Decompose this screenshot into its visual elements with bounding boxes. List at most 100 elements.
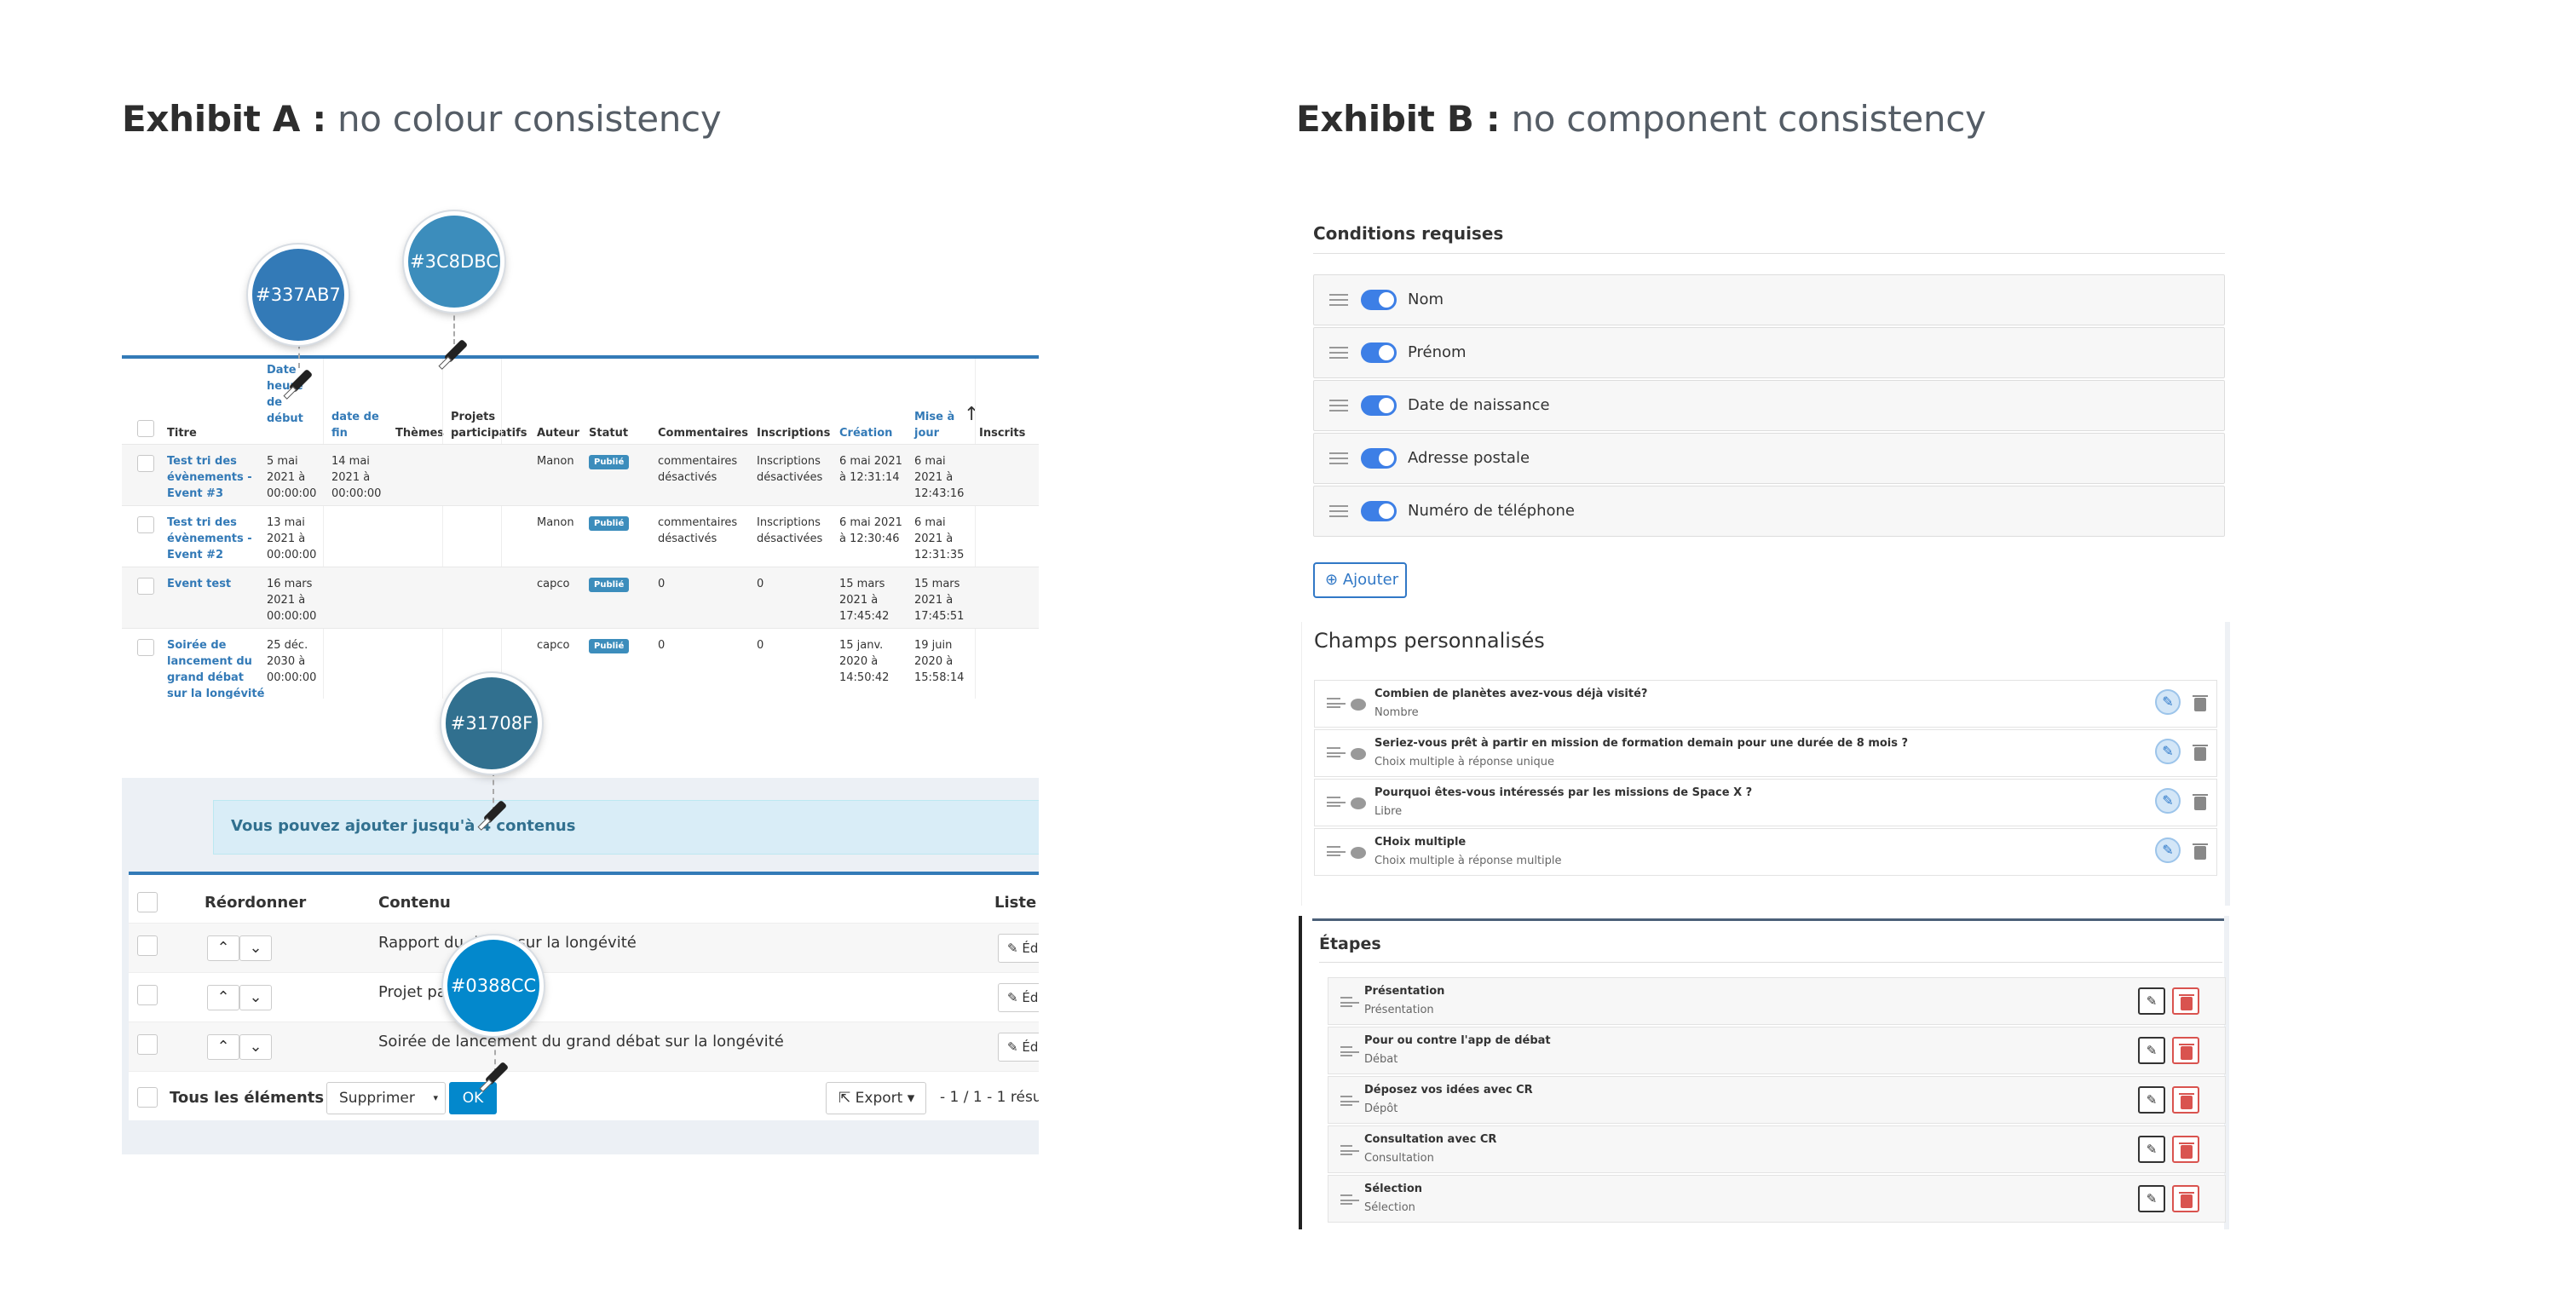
ok-button[interactable]: OK — [449, 1082, 497, 1114]
custom-field-item[interactable]: Combien de planètes avez-vous déjà visit… — [1314, 680, 2217, 728]
bulk-action-select[interactable]: Supprimer ▾ — [326, 1082, 446, 1114]
custom-field-title: Seriez-vous prêt à partir en mission de … — [1374, 737, 1909, 750]
add-button[interactable]: ⊕ Ajouter — [1313, 562, 1407, 598]
trash-icon[interactable] — [2193, 843, 2208, 860]
drag-handle-icon[interactable] — [1329, 347, 1348, 359]
move-up-button[interactable]: ⌃ — [207, 935, 239, 961]
table-row[interactable]: ⌃ ⌄ Projet par ✎ Édi — [129, 972, 1039, 1022]
row-checkbox[interactable] — [137, 516, 154, 533]
col-themes[interactable]: Thèmes — [395, 425, 444, 441]
edit-pencil-icon[interactable]: ✎ — [2155, 689, 2181, 715]
event-created: 6 mai 2021 à 12:30:46 — [839, 516, 902, 545]
toggle-switch[interactable] — [1361, 290, 1397, 310]
row-checkbox[interactable] — [137, 639, 154, 656]
col-list: Liste d — [994, 894, 1039, 912]
edit-pencil-icon[interactable]: ✎ — [2155, 788, 2181, 814]
drag-handle-icon[interactable] — [1340, 1145, 1359, 1155]
col-inscriptions[interactable]: Inscriptions — [757, 425, 830, 441]
export-button[interactable]: ⇱ Export ▾ — [826, 1082, 926, 1114]
edit-step-button[interactable]: ✎ — [2138, 1185, 2165, 1212]
col-commentaires[interactable]: Commentaires — [658, 425, 748, 441]
trash-icon[interactable] — [2193, 794, 2208, 810]
delete-step-button[interactable] — [2172, 987, 2199, 1015]
move-up-button[interactable]: ⌃ — [207, 1034, 239, 1060]
row-checkbox[interactable] — [137, 935, 158, 956]
toggle-switch[interactable] — [1361, 395, 1397, 416]
table-row[interactable]: ⌃ ⌄ Rapport du débat sur la longévité ✎ … — [129, 923, 1039, 972]
toggle-switch[interactable] — [1361, 342, 1397, 363]
table-row[interactable]: Soirée de lancement du grand débat sur l… — [122, 628, 1039, 699]
condition-item[interactable]: Nom — [1313, 274, 2225, 325]
edit-button[interactable]: ✎ Édi — [998, 934, 1039, 963]
table-row[interactable]: Event test 16 mars 2021 à 00:00:00 capco… — [122, 567, 1039, 628]
step-item[interactable]: Pour ou contre l'app de débat Débat ✎ — [1328, 1027, 2226, 1074]
col-auteur[interactable]: Auteur — [537, 425, 579, 441]
delete-step-button[interactable] — [2172, 1086, 2199, 1114]
event-title-link[interactable]: Test tri des évènements - Event #2 — [167, 515, 252, 563]
drag-handle-icon[interactable] — [1329, 452, 1348, 464]
bulk-select-checkbox[interactable] — [137, 1087, 158, 1108]
col-date-fin[interactable]: date de fin — [331, 409, 379, 441]
custom-field-item[interactable]: Seriez-vous prêt à partir en mission de … — [1314, 729, 2217, 777]
edit-pencil-icon[interactable]: ✎ — [2155, 837, 2181, 863]
drag-handle-icon[interactable] — [1340, 997, 1359, 1007]
select-all-checkbox[interactable] — [137, 420, 154, 437]
row-checkbox[interactable] — [137, 578, 154, 595]
move-down-button[interactable]: ⌄ — [239, 985, 272, 1010]
edit-button[interactable]: ✎ Édi — [998, 983, 1039, 1012]
drag-handle-icon[interactable] — [1329, 294, 1348, 306]
delete-step-button[interactable] — [2172, 1185, 2199, 1212]
drag-handle-icon[interactable] — [1327, 797, 1346, 807]
col-titre[interactable]: Titre — [167, 425, 197, 441]
toggle-switch[interactable] — [1361, 501, 1397, 521]
drag-handle-icon[interactable] — [1340, 1046, 1359, 1056]
toggle-switch[interactable] — [1361, 448, 1397, 469]
move-up-button[interactable]: ⌃ — [207, 985, 239, 1010]
table-row[interactable]: Test tri des évènements - Event #3 5 mai… — [122, 444, 1039, 505]
col-creation[interactable]: Création — [839, 425, 892, 441]
table-row[interactable]: Test tri des évènements - Event #2 13 ma… — [122, 505, 1039, 567]
custom-field-item[interactable]: Pourquoi êtes-vous intéressés par les mi… — [1314, 779, 2217, 826]
drag-handle-icon[interactable] — [1329, 400, 1348, 412]
step-item[interactable]: Sélection Sélection ✎ — [1328, 1175, 2226, 1223]
edit-step-button[interactable]: ✎ — [2138, 1086, 2165, 1114]
condition-item[interactable]: Prénom — [1313, 327, 2225, 378]
trash-icon[interactable] — [2193, 695, 2208, 711]
condition-item[interactable]: Adresse postale — [1313, 433, 2225, 484]
delete-step-button[interactable] — [2172, 1037, 2199, 1064]
step-item[interactable]: Déposez vos idées avec CR Dépôt ✎ — [1328, 1076, 2226, 1124]
step-item[interactable]: Consultation avec CR Consultation ✎ — [1328, 1125, 2226, 1173]
table-row[interactable]: ⌃ ⌄ Soirée de lancement du grand débat s… — [129, 1022, 1039, 1071]
edit-pencil-icon[interactable]: ✎ — [2155, 739, 2181, 764]
drag-handle-icon[interactable] — [1327, 698, 1346, 708]
drag-handle-icon[interactable] — [1340, 1194, 1359, 1205]
drag-handle-icon[interactable] — [1340, 1096, 1359, 1106]
drag-handle-icon[interactable] — [1329, 505, 1348, 517]
row-checkbox[interactable] — [137, 985, 158, 1005]
edit-step-button[interactable]: ✎ — [2138, 1136, 2165, 1163]
step-item[interactable]: Présentation Présentation ✎ — [1328, 977, 2226, 1025]
drag-handle-icon[interactable] — [1327, 846, 1346, 856]
custom-field-item[interactable]: CHoix multiple Choix multiple à réponse … — [1314, 828, 2217, 876]
edit-step-button[interactable]: ✎ — [2138, 987, 2165, 1015]
drag-handle-icon[interactable] — [1327, 747, 1346, 757]
condition-item[interactable]: Date de naissance — [1313, 380, 2225, 431]
event-title-link[interactable]: Event test — [167, 576, 231, 592]
row-checkbox[interactable] — [137, 1034, 158, 1055]
edit-button[interactable]: ✎ Édi — [998, 1033, 1039, 1062]
delete-step-button[interactable] — [2172, 1136, 2199, 1163]
sort-arrow-icon[interactable]: ↑ — [964, 406, 979, 424]
move-down-button[interactable]: ⌄ — [239, 935, 272, 961]
select-all-checkbox[interactable] — [137, 892, 158, 912]
col-mise-a-jour[interactable]: Mise à jour — [914, 409, 954, 441]
trash-icon[interactable] — [2193, 745, 2208, 761]
row-checkbox[interactable] — [137, 455, 154, 472]
event-title-link[interactable]: Test tri des évènements - Event #3 — [167, 453, 252, 502]
col-projets[interactable]: Projets participatifs — [451, 409, 527, 441]
event-title-link[interactable]: Soirée de lancement du grand débat sur l… — [167, 637, 264, 699]
edit-step-button[interactable]: ✎ — [2138, 1037, 2165, 1064]
move-down-button[interactable]: ⌄ — [239, 1034, 272, 1060]
condition-item[interactable]: Numéro de téléphone — [1313, 486, 2225, 537]
col-inscrits[interactable]: Inscrits — [979, 425, 1025, 441]
col-statut[interactable]: Statut — [589, 425, 628, 441]
